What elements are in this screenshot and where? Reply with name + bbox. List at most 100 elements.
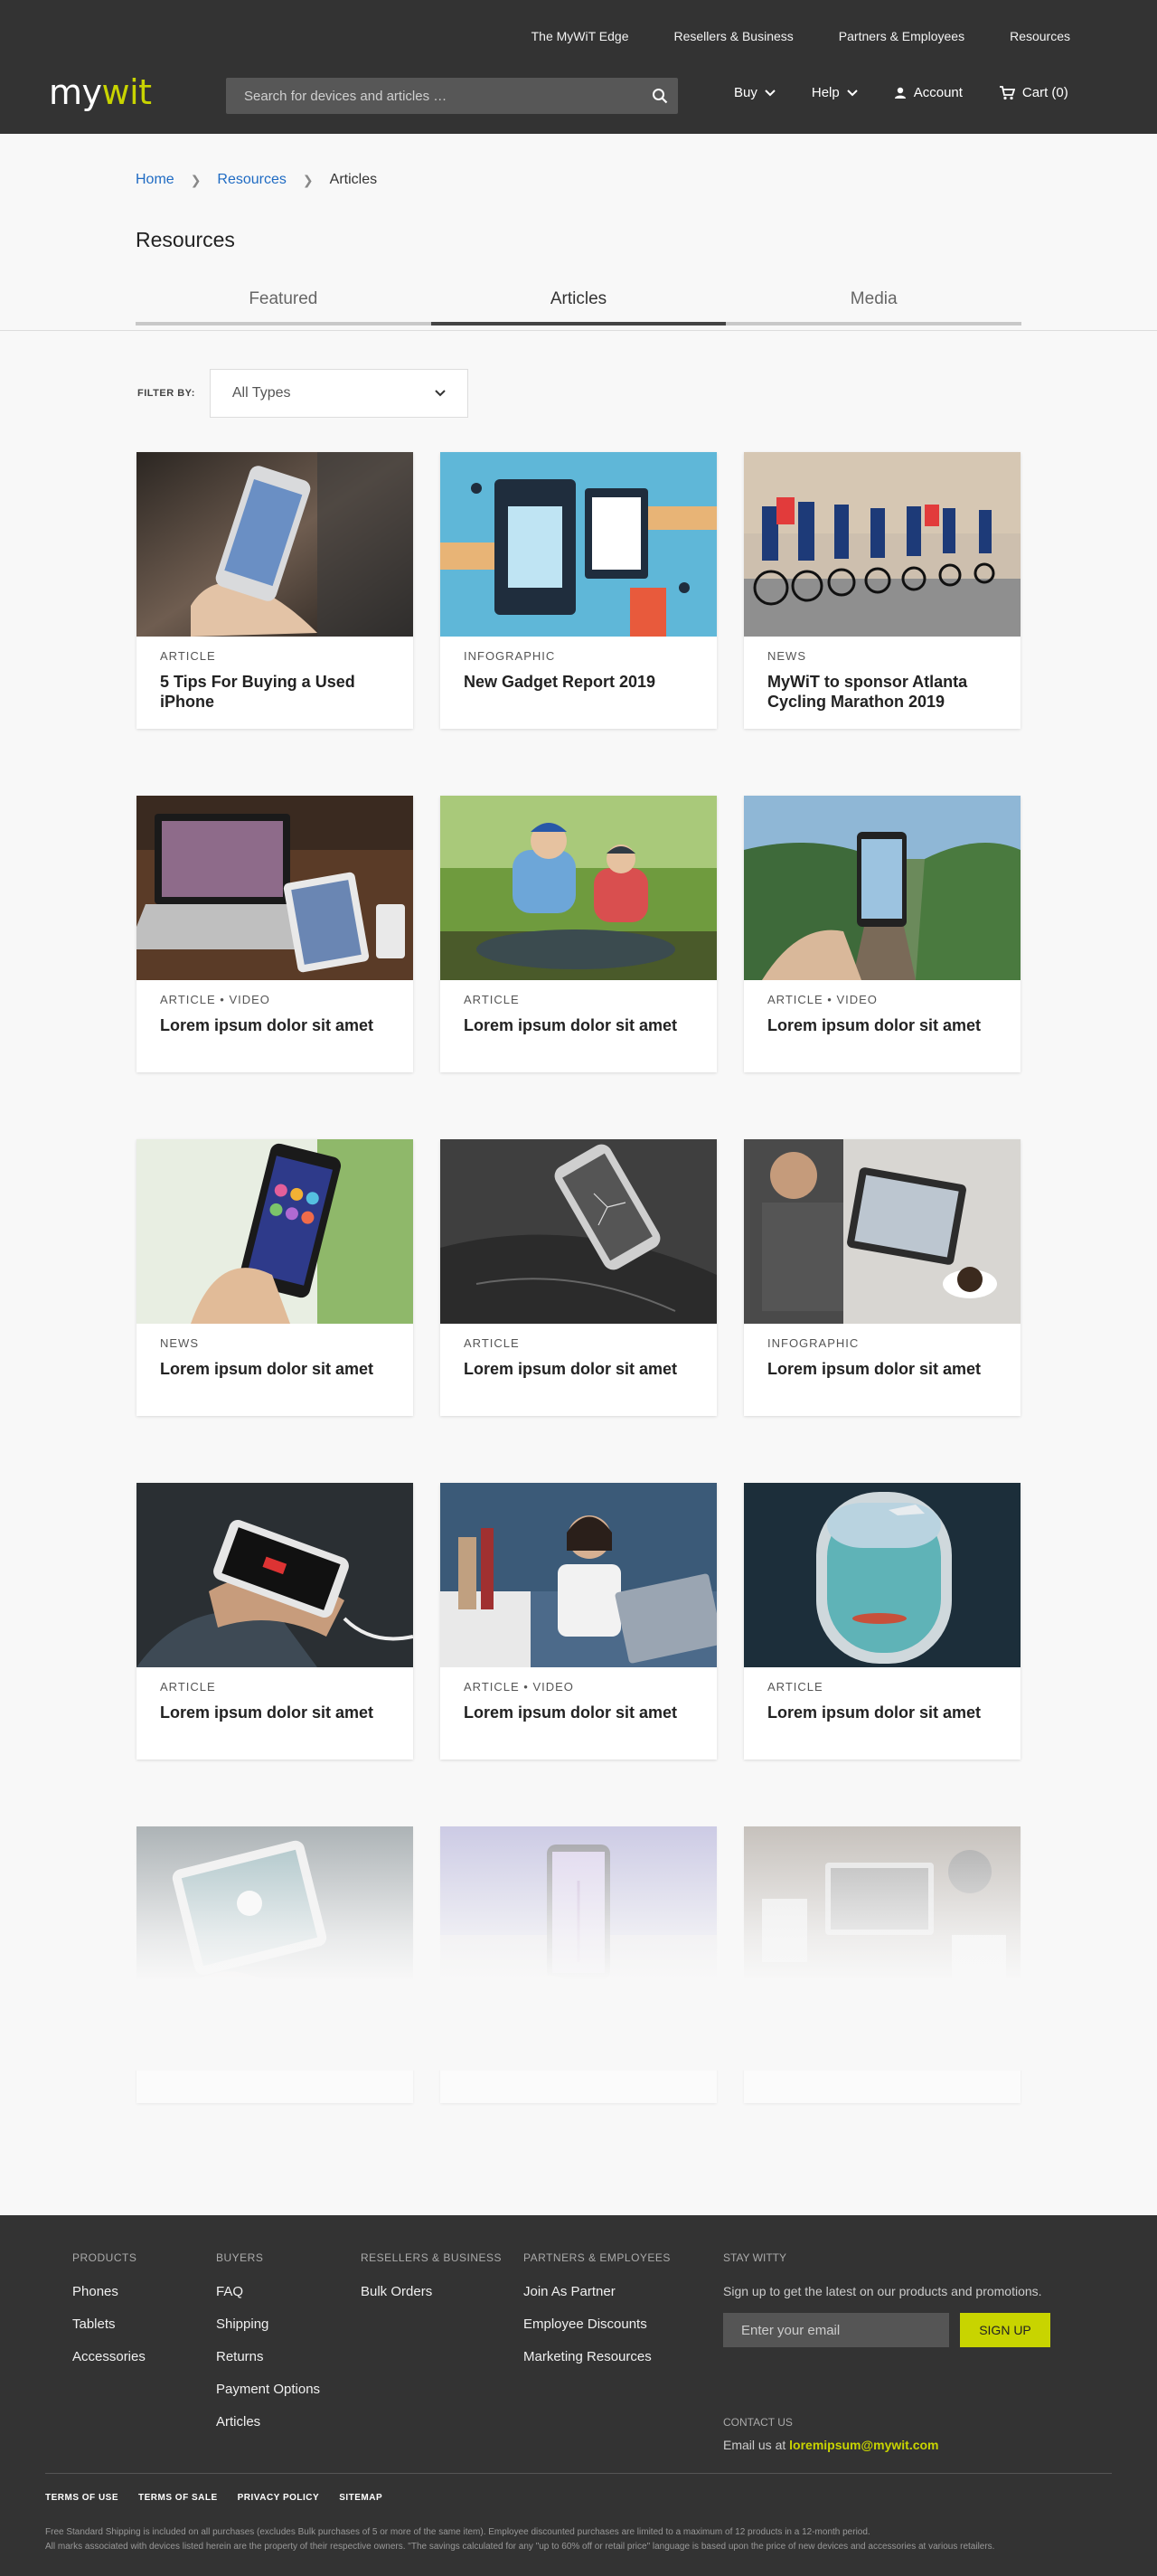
- topnav-mywit-edge[interactable]: The MyWiT Edge: [531, 29, 629, 43]
- topnav-partners-employees[interactable]: Partners & Employees: [839, 29, 964, 43]
- card-type: ARTICLE: [160, 1680, 216, 1694]
- card-title: Lorem ipsum dolor sit amet: [160, 1703, 374, 1722]
- footer-divider: [45, 2473, 1112, 2474]
- article-card[interactable]: ARTICLE • VIDEO Lorem ipsum dolor sit ame…: [136, 796, 413, 1072]
- footer-link-returns[interactable]: Returns: [216, 2349, 320, 2364]
- article-card[interactable]: ARTICLE Lorem ipsum dolor sit amet: [136, 1483, 413, 1760]
- card-type: INFOGRAPHIC: [464, 649, 556, 663]
- filter-type-select[interactable]: All Types: [209, 369, 468, 418]
- site-header: The MyWiT Edge Resellers & Business Part…: [0, 0, 1157, 134]
- article-card[interactable]: INFOGRAPHIC New Gadget Report 2019: [440, 452, 717, 729]
- card-image: [440, 796, 717, 980]
- article-card[interactable]: INFOGRAPHIC Lorem ipsum dolor sit amet: [744, 1139, 1021, 1416]
- signup-form: SIGN UP: [723, 2313, 1085, 2347]
- card-title: Lorem ipsum dolor sit amet: [767, 1703, 982, 1722]
- sign-up-button[interactable]: SIGN UP: [960, 2313, 1050, 2347]
- card-type: ARTICLE: [160, 649, 216, 663]
- card-title: 5 Tips For Buying a Used iPhone: [160, 673, 355, 711]
- card-type: ARTICLE • VIDEO: [160, 993, 270, 1006]
- card-type: NEWS: [767, 649, 806, 663]
- card-title: Lorem ipsum dolor sit amet: [464, 1016, 678, 1034]
- card-image: [744, 796, 1021, 980]
- terms-of-use-link[interactable]: TERMS OF USE: [45, 2493, 118, 2503]
- terms-of-sale-link[interactable]: TERMS OF SALE: [138, 2493, 218, 2503]
- article-card[interactable]: INFOGRAPHIC: [136, 1826, 413, 2103]
- contact-prefix: Email us at: [723, 2438, 790, 2452]
- chevron-down-icon: [847, 89, 858, 96]
- footer-link-shipping[interactable]: Shipping: [216, 2317, 320, 2332]
- card-image: [136, 452, 413, 637]
- card-image: [440, 1826, 717, 2011]
- card-title: Lorem ipsum dolor sit amet: [767, 1016, 982, 1034]
- card-title: MyWiT to sponsor Atlanta Cycling Maratho…: [767, 673, 968, 711]
- article-card[interactable]: ARTICLE: [744, 1826, 1021, 2103]
- article-card[interactable]: NEWS Lorem ipsum dolor sit amet: [136, 1139, 413, 1416]
- account-label: Account: [913, 85, 963, 100]
- footer-link-join-as-partner[interactable]: Join As Partner: [523, 2284, 671, 2299]
- card-type: ARTICLE: [767, 1680, 823, 1694]
- footer-buyers: BUYERS FAQ Shipping Returns Payment Opti…: [216, 2251, 320, 2447]
- card-type: ARTICLE • VIDEO: [464, 2024, 574, 2037]
- footer-link-bulk-orders[interactable]: Bulk Orders: [361, 2284, 502, 2299]
- article-card[interactable]: NEWS MyWiT to sponsor Atlanta Cycling Mar…: [744, 452, 1021, 729]
- help-menu[interactable]: Help: [812, 85, 858, 100]
- footer-link-accessories[interactable]: Accessories: [72, 2349, 146, 2364]
- topnav-resellers-business[interactable]: Resellers & Business: [674, 29, 794, 43]
- tab-media[interactable]: Media: [726, 289, 1022, 326]
- card-image: [136, 796, 413, 980]
- footer-link-employee-discounts[interactable]: Employee Discounts: [523, 2317, 671, 2332]
- footer-link-tablets[interactable]: Tablets: [72, 2317, 146, 2332]
- card-title: Lorem ipsum dolor sit amet: [464, 1703, 678, 1722]
- account-link[interactable]: Account: [894, 85, 963, 100]
- card-image: [744, 1139, 1021, 1324]
- footer-partners-heading: PARTNERS & EMPLOYEES: [523, 2251, 671, 2264]
- footer-partners: PARTNERS & EMPLOYEES Join As Partner Emp…: [523, 2251, 671, 2382]
- tab-articles[interactable]: Articles: [430, 289, 727, 326]
- cart-link[interactable]: Cart (0): [999, 85, 1068, 100]
- logo-wit: wit: [101, 72, 153, 112]
- footer-resellers: RESELLERS & BUSINESS Bulk Orders: [361, 2251, 502, 2317]
- card-image: [136, 1139, 413, 1324]
- search-icon[interactable]: [642, 78, 678, 114]
- footer-resellers-heading: RESELLERS & BUSINESS: [361, 2251, 503, 2264]
- mywit-logo[interactable]: mywit: [49, 72, 152, 112]
- email-field[interactable]: [723, 2313, 949, 2347]
- footer-link-payment-options[interactable]: Payment Options: [216, 2382, 320, 2397]
- card-image: [136, 1483, 413, 1667]
- card-image: [744, 452, 1021, 637]
- contact-email-link[interactable]: loremipsum@mywit.com: [789, 2438, 938, 2452]
- article-card[interactable]: ARTICLE • VIDEO: [440, 1826, 717, 2103]
- contact-heading: CONTACT US: [723, 2416, 793, 2429]
- article-card[interactable]: ARTICLE 5 Tips For Buying a Used iPhone: [136, 452, 413, 729]
- footer-link-articles[interactable]: Articles: [216, 2414, 320, 2430]
- footer-products: PRODUCTS Phones Tablets Accessories: [72, 2251, 146, 2382]
- search-bar: [226, 78, 678, 114]
- buy-label: Buy: [734, 85, 757, 100]
- breadcrumb: Home ❯ Resources ❯ Articles: [136, 172, 377, 188]
- breadcrumb-resources[interactable]: Resources: [217, 172, 286, 188]
- topnav-resources[interactable]: Resources: [1010, 29, 1070, 43]
- privacy-policy-link[interactable]: PRIVACY POLICY: [238, 2493, 320, 2503]
- card-title: Lorem ipsum dolor sit amet: [464, 1360, 678, 1378]
- fine-print-line-2: All marks associated with devices listed…: [45, 2542, 995, 2552]
- stay-witty-heading: STAY WITTY: [723, 2251, 787, 2264]
- filter-bar: FILTER BY: All Types: [137, 369, 468, 418]
- footer-link-phones[interactable]: Phones: [72, 2284, 146, 2299]
- card-title: New Gadget Report 2019: [464, 673, 656, 691]
- search-input[interactable]: [226, 88, 642, 104]
- sitemap-link[interactable]: SITEMAP: [339, 2493, 382, 2503]
- article-card[interactable]: ARTICLE • VIDEO Lorem ipsum dolor sit ame…: [744, 796, 1021, 1072]
- breadcrumb-home[interactable]: Home: [136, 172, 174, 188]
- card-type: ARTICLE: [767, 2024, 823, 2037]
- tab-featured[interactable]: Featured: [136, 289, 431, 326]
- buy-menu[interactable]: Buy: [734, 85, 776, 100]
- article-card[interactable]: ARTICLE Lorem ipsum dolor sit amet: [440, 796, 717, 1072]
- footer-link-faq[interactable]: FAQ: [216, 2284, 320, 2299]
- footer-link-marketing-resources[interactable]: Marketing Resources: [523, 2349, 671, 2364]
- cart-label: Cart (0): [1021, 85, 1068, 100]
- article-card[interactable]: ARTICLE Lorem ipsum dolor sit amet: [744, 1483, 1021, 1760]
- article-card[interactable]: ARTICLE • VIDEO Lorem ipsum dolor sit ame…: [440, 1483, 717, 1760]
- main-nav: Buy Help Account Cart (0): [734, 85, 1068, 100]
- card-image: [440, 1483, 717, 1667]
- article-card[interactable]: ARTICLE Lorem ipsum dolor sit amet: [440, 1139, 717, 1416]
